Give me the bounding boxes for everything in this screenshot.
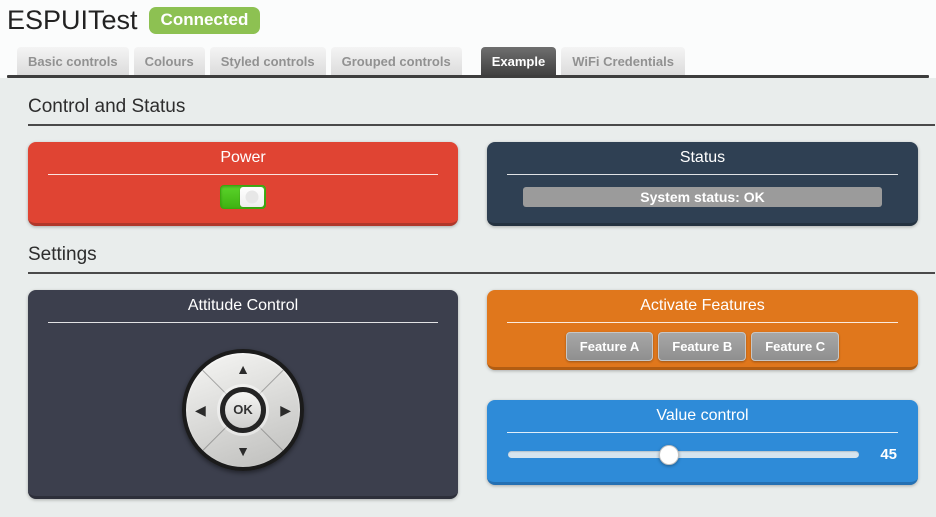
status-panel-title: Status	[487, 142, 918, 167]
features-panel-title: Activate Features	[487, 290, 918, 315]
power-toggle[interactable]	[220, 185, 266, 209]
dpad-up-arrow-icon[interactable]: ▲	[236, 362, 250, 376]
tab-wifi-credentials[interactable]: WiFi Credentials	[561, 47, 685, 75]
section-rule	[28, 272, 935, 274]
section-title-settings: Settings	[28, 244, 936, 266]
system-status-label: System status: OK	[523, 187, 882, 207]
feature-b-button[interactable]: Feature B	[658, 332, 746, 361]
value-panel-title: Value control	[487, 400, 918, 425]
settings-right-column: Activate Features Feature A Feature B Fe…	[487, 290, 918, 499]
features-panel: Activate Features Feature A Feature B Fe…	[487, 290, 918, 370]
connection-status-badge: Connected	[149, 7, 261, 35]
dpad-ok-button[interactable]: OK	[220, 387, 266, 433]
power-panel-body	[28, 175, 458, 223]
tab-bar: Basic controls Colours Styled controls G…	[0, 38, 936, 75]
status-panel: Status System status: OK	[487, 142, 918, 226]
tab-styled-controls[interactable]: Styled controls	[210, 47, 326, 75]
attitude-panel-body: ▲ ▼ ◀ ▶ OK	[28, 323, 458, 496]
main-content: Control and Status Power Status System s…	[0, 96, 936, 499]
value-slider-row: 45	[487, 433, 918, 463]
feature-a-button[interactable]: Feature A	[566, 332, 653, 361]
row-settings: Attitude Control ▲ ▼ ◀ ▶ OK Activate	[28, 290, 918, 499]
features-panel-body: Feature A Feature B Feature C	[487, 323, 918, 367]
app-header: ESPUITest Connected	[0, 0, 936, 38]
value-slider-track[interactable]	[508, 451, 859, 458]
tab-basic-controls[interactable]: Basic controls	[17, 47, 129, 75]
dpad-right-arrow-icon[interactable]: ▶	[280, 403, 291, 417]
app-title: ESPUITest	[7, 5, 138, 36]
attitude-panel: Attitude Control ▲ ▼ ◀ ▶ OK	[28, 290, 458, 499]
value-slider-knob[interactable]	[659, 445, 679, 465]
section-rule	[28, 124, 935, 126]
power-panel: Power	[28, 142, 458, 226]
dpad-control[interactable]: ▲ ▼ ◀ ▶ OK	[182, 349, 304, 471]
tab-example[interactable]: Example	[481, 47, 556, 75]
tab-grouped-controls[interactable]: Grouped controls	[331, 47, 462, 75]
feature-c-button[interactable]: Feature C	[751, 332, 839, 361]
row-control-status: Power Status System status: OK	[28, 142, 918, 226]
section-title-control-and-status: Control and Status	[28, 96, 936, 118]
dpad-left-arrow-icon[interactable]: ◀	[195, 403, 206, 417]
value-control-panel: Value control 45	[487, 400, 918, 485]
panel-title-rule	[507, 174, 898, 175]
tab-underline	[7, 75, 929, 78]
tab-colours[interactable]: Colours	[134, 47, 205, 75]
power-panel-title: Power	[28, 142, 458, 167]
dpad-down-arrow-icon[interactable]: ▼	[236, 444, 250, 458]
header-zone: ESPUITest Connected Basic controls Colou…	[0, 0, 936, 78]
value-slider-value: 45	[871, 446, 897, 463]
power-toggle-knob[interactable]	[240, 187, 264, 207]
attitude-panel-title: Attitude Control	[28, 290, 458, 315]
